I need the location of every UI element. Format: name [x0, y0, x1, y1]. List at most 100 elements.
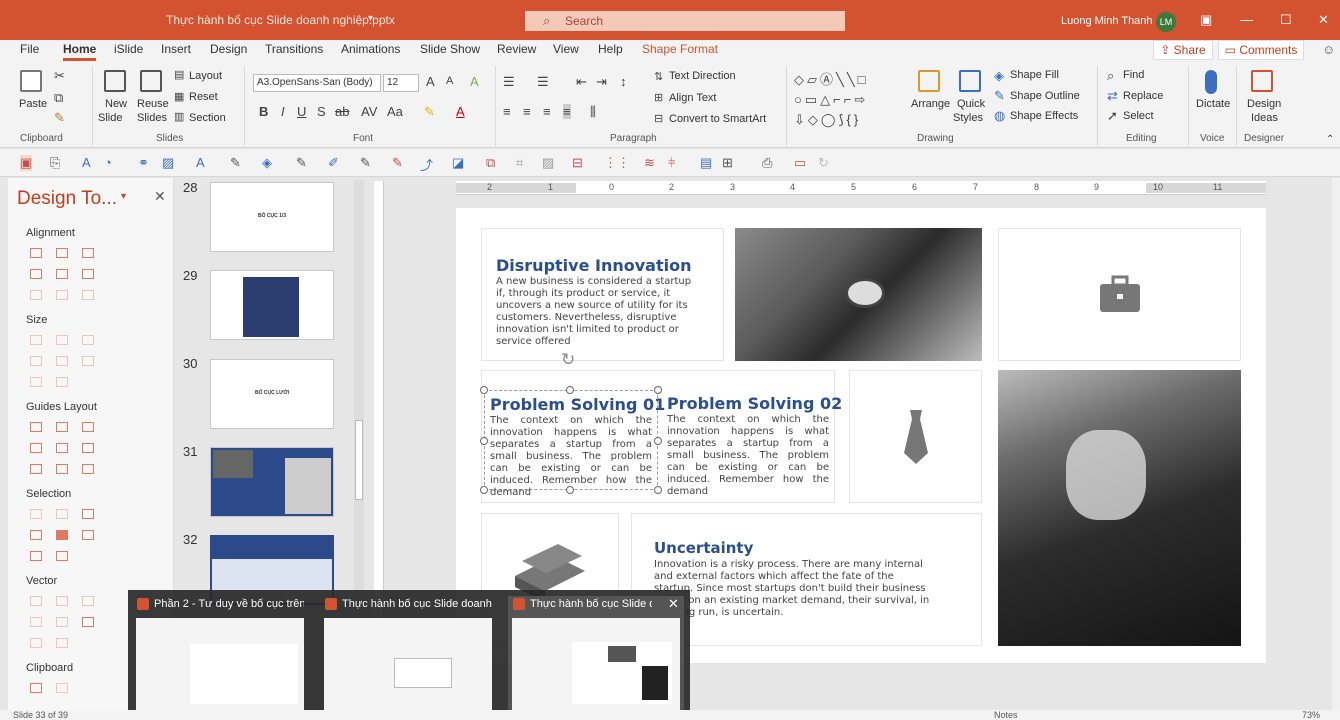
- text-direction-button[interactable]: Text Direction: [669, 70, 736, 82]
- change-case-icon[interactable]: Aa: [387, 104, 403, 119]
- close-pane-icon[interactable]: ✕: [154, 188, 166, 205]
- section-icon[interactable]: ▥: [174, 110, 184, 123]
- dictate-button[interactable]: Dictate: [1196, 98, 1230, 110]
- design-ideas-label-2[interactable]: Ideas: [1251, 112, 1278, 124]
- canvas-scrollbar[interactable]: [1332, 178, 1340, 710]
- guide-icon[interactable]: [82, 422, 94, 432]
- select-icon[interactable]: ➚: [1107, 108, 1118, 124]
- shape-effects-button[interactable]: Shape Effects: [1010, 110, 1078, 122]
- lock-icon[interactable]: ⊟: [572, 155, 583, 171]
- pane-menu-icon[interactable]: ▾: [121, 191, 126, 202]
- vector-icon[interactable]: [56, 617, 68, 627]
- convert-smartart-button[interactable]: Convert to SmartArt: [669, 113, 766, 125]
- disruptive-card[interactable]: Disruptive Innovation A new business is …: [481, 228, 724, 361]
- char-spacing-icon[interactable]: AV: [361, 104, 377, 119]
- align-left-icon[interactable]: [30, 248, 42, 258]
- window-preview[interactable]: Thực hành bố cục Slide doanh ...: [320, 596, 496, 711]
- quick-styles-label[interactable]: Quick: [957, 98, 985, 110]
- justify-icon[interactable]: ≡: [563, 104, 571, 119]
- notes-button[interactable]: Notes: [994, 710, 1018, 720]
- note-icon[interactable]: ▭: [794, 155, 806, 171]
- image-icon[interactable]: ▨: [542, 155, 554, 171]
- resize-handle[interactable]: [654, 386, 662, 394]
- underline-icon[interactable]: U: [297, 104, 306, 119]
- italic-icon[interactable]: I: [281, 104, 285, 119]
- refresh-icon[interactable]: ↻: [818, 155, 829, 171]
- selection-icon[interactable]: [30, 509, 42, 519]
- distribute-h-icon[interactable]: [30, 290, 42, 300]
- shadow-icon[interactable]: ◪: [452, 155, 464, 171]
- vector-icon[interactable]: [56, 638, 68, 648]
- align-middle-icon[interactable]: [56, 269, 68, 279]
- distribute-icon[interactable]: ⫩: [668, 155, 675, 171]
- shape-outline-button[interactable]: Shape Outline: [1010, 90, 1080, 102]
- grid-icon[interactable]: ⋮⋮: [604, 155, 630, 171]
- picture-icon[interactable]: ▨: [162, 155, 174, 171]
- vector-icon[interactable]: [30, 617, 42, 627]
- minimize-icon[interactable]: —: [1240, 12, 1253, 27]
- slide-thumbnail[interactable]: BỐ CỤC LƯỚI: [210, 359, 334, 429]
- reset-button[interactable]: Reset: [189, 91, 218, 103]
- guide-icon[interactable]: [56, 464, 68, 474]
- outline-icon[interactable]: ✐: [328, 155, 339, 171]
- quick-styles-label-2[interactable]: Styles: [953, 112, 983, 124]
- align-right-icon[interactable]: [82, 248, 94, 258]
- guide-icon[interactable]: [56, 422, 68, 432]
- cut-icon[interactable]: ✂: [54, 68, 65, 84]
- arrange-button[interactable]: Arrange: [911, 98, 950, 110]
- reuse-slides-icon[interactable]: [140, 70, 162, 92]
- duplicate-icon[interactable]: ⧉: [486, 155, 495, 171]
- align-left-icon[interactable]: ≡: [503, 104, 511, 119]
- size-icon[interactable]: [30, 356, 42, 366]
- tab-design[interactable]: Design: [210, 42, 247, 56]
- tab-help[interactable]: Help: [598, 42, 623, 56]
- vector-icon[interactable]: [30, 638, 42, 648]
- tab-islide[interactable]: iSlide: [114, 42, 143, 56]
- screenshot-icon[interactable]: ⎙: [762, 155, 772, 171]
- format-painter-icon[interactable]: ✎: [54, 110, 65, 126]
- clipboard-icon[interactable]: [30, 683, 42, 693]
- resize-handle[interactable]: [654, 437, 662, 445]
- highlight-icon[interactable]: ✎: [424, 104, 435, 120]
- resize-handle[interactable]: [654, 486, 662, 494]
- selection-icon[interactable]: [56, 530, 68, 540]
- text-direction-icon[interactable]: ⇅: [654, 70, 663, 83]
- quick-styles-icon[interactable]: [959, 70, 981, 92]
- ps2-body[interactable]: The context on which the innovation happ…: [667, 414, 829, 498]
- size-icon[interactable]: [82, 356, 94, 366]
- window-preview-active[interactable]: Thực hành bố cục Slide d... ✕: [508, 596, 684, 711]
- design-ideas-label[interactable]: Design: [1247, 98, 1281, 110]
- bold-icon[interactable]: B: [259, 104, 268, 119]
- size-icon[interactable]: [56, 356, 68, 366]
- slide-thumbnail[interactable]: [210, 270, 334, 340]
- clear-format-icon[interactable]: A: [470, 74, 479, 89]
- numbering-icon[interactable]: ☰: [537, 74, 549, 90]
- resize-handle[interactable]: [566, 386, 574, 394]
- chevron-down-icon[interactable]: ▾: [368, 13, 373, 24]
- clipboard-icon[interactable]: [56, 683, 68, 693]
- microphone-icon[interactable]: [1205, 70, 1217, 94]
- section-button[interactable]: Section: [189, 112, 226, 124]
- copy-icon[interactable]: ⧉: [54, 90, 63, 106]
- uncertainty-body[interactable]: Innovation is a risky process. There are…: [654, 559, 934, 619]
- watch-photo[interactable]: [735, 228, 982, 361]
- tie-card[interactable]: [849, 370, 982, 503]
- font-size-select[interactable]: 12: [383, 74, 419, 92]
- search-box[interactable]: ⌕ Search: [525, 11, 845, 31]
- align-text-icon[interactable]: ⊞: [654, 91, 663, 104]
- smiley-icon[interactable]: ☺: [1322, 42, 1335, 57]
- textbox-icon[interactable]: A: [82, 155, 91, 170]
- user-name[interactable]: Luong Minh Thanh: [1061, 15, 1153, 27]
- resize-handle[interactable]: [480, 437, 488, 445]
- fill-bucket-icon[interactable]: ◈: [262, 155, 272, 171]
- align-right-icon[interactable]: ≡: [543, 104, 551, 119]
- find-button[interactable]: Find: [1123, 69, 1144, 81]
- shape-fill-icon[interactable]: ◈: [994, 68, 1004, 84]
- ribbon-display-icon[interactable]: ▣: [1200, 12, 1212, 28]
- disruptive-title[interactable]: Disruptive Innovation: [496, 256, 691, 275]
- size-icon[interactable]: [30, 377, 42, 387]
- guide-icon[interactable]: [30, 443, 42, 453]
- text-color-icon[interactable]: A: [196, 155, 205, 170]
- tab-animations[interactable]: Animations: [341, 42, 400, 56]
- replace-icon[interactable]: ⇄: [1107, 88, 1118, 104]
